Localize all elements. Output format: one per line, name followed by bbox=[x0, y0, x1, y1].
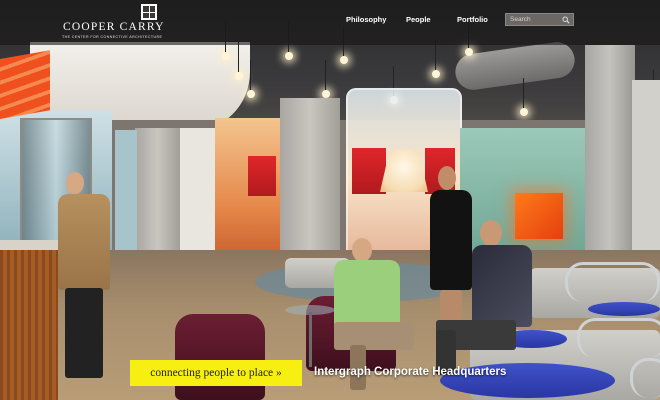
nav-item-portfolio[interactable]: Portfolio bbox=[457, 15, 488, 24]
concrete-column bbox=[280, 98, 340, 263]
red-panel bbox=[248, 156, 276, 196]
pendant-light bbox=[432, 40, 440, 78]
lounge-chair bbox=[175, 314, 265, 400]
reception-desk bbox=[0, 250, 58, 400]
connecting-people-button[interactable]: connecting people to place » bbox=[130, 360, 302, 386]
brand-tagline: THE CENTER FOR CONNECTIVE ARCHITECTURE bbox=[62, 35, 163, 39]
red-panel bbox=[352, 148, 386, 194]
pendant-light bbox=[235, 42, 243, 80]
search-input[interactable] bbox=[506, 14, 562, 25]
pendant-light bbox=[465, 18, 473, 56]
brand-name: COOPER CARRY bbox=[63, 21, 165, 33]
search-icon[interactable] bbox=[562, 16, 570, 24]
pendant-light bbox=[247, 60, 255, 98]
nav-item-philosophy[interactable]: Philosophy bbox=[346, 15, 386, 24]
orange-sculpture bbox=[0, 50, 50, 120]
glass-column bbox=[115, 130, 137, 270]
blue-cushion bbox=[588, 302, 660, 316]
pendant-light bbox=[222, 22, 230, 60]
white-wall bbox=[180, 128, 218, 250]
search-box bbox=[505, 13, 574, 26]
railing bbox=[630, 358, 660, 398]
concrete-wall bbox=[135, 128, 180, 258]
pendant-light bbox=[285, 22, 293, 60]
railing bbox=[565, 262, 660, 302]
hero-photo bbox=[0, 0, 660, 400]
top-navigation-bar: COOPER CARRY THE CENTER FOR CONNECTIVE A… bbox=[0, 0, 660, 45]
table-leg bbox=[309, 312, 312, 367]
pendant-light bbox=[520, 78, 528, 116]
nav-item-people[interactable]: People bbox=[406, 15, 431, 24]
railing bbox=[577, 318, 660, 358]
pendant-light bbox=[340, 26, 348, 64]
project-title[interactable]: Intergraph Corporate Headquarters bbox=[314, 366, 506, 378]
orange-lamp bbox=[515, 193, 563, 239]
cc-logo-icon bbox=[141, 4, 157, 20]
pendant-light bbox=[322, 60, 330, 98]
